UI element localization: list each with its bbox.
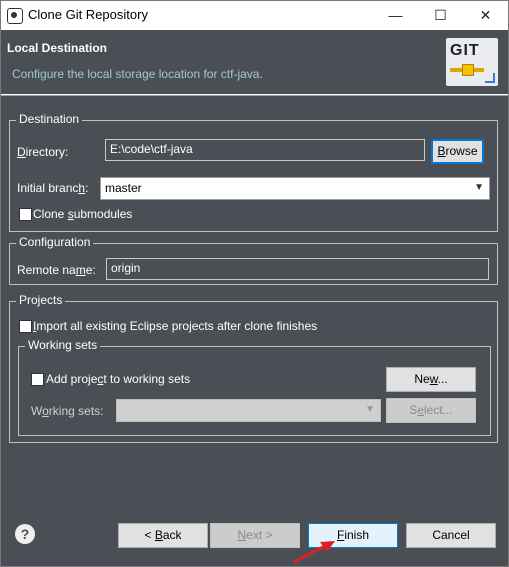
directory-input[interactable]: E:\code\ctf-java bbox=[105, 139, 425, 161]
import-projects-label: Import all existing Eclipse projects aft… bbox=[33, 319, 318, 333]
chevron-down-icon: ▼ bbox=[474, 182, 484, 193]
help-icon[interactable]: ? bbox=[15, 524, 35, 544]
back-button[interactable]: < Back bbox=[118, 523, 208, 548]
page-title: Local Destination bbox=[7, 41, 108, 55]
working-sets-select[interactable]: ▼ bbox=[116, 399, 381, 422]
working-sets-group-label: Working sets bbox=[25, 338, 101, 352]
chevron-down-icon: ▼ bbox=[365, 404, 375, 415]
wizard-body: Destination Directory: E:\code\ctf-java … bbox=[1, 96, 508, 506]
next-button[interactable]: Next > bbox=[210, 523, 300, 548]
add-to-working-sets-checkbox[interactable] bbox=[31, 373, 44, 386]
select-working-sets-button[interactable]: Select... bbox=[386, 398, 476, 423]
import-projects-checkbox[interactable] bbox=[19, 320, 32, 333]
wizard-header: Local Destination Configure the local st… bbox=[1, 30, 508, 94]
remote-name-input[interactable]: origin bbox=[106, 258, 489, 280]
clone-submodules-checkbox[interactable] bbox=[19, 208, 32, 221]
configuration-group-label: Configuration bbox=[16, 235, 94, 249]
working-sets-group: Working sets Add project to working sets… bbox=[18, 338, 491, 436]
initial-branch-select[interactable]: master ▼ bbox=[100, 177, 490, 200]
initial-branch-label: Initial branch: bbox=[17, 181, 89, 195]
window-title: Clone Git Repository bbox=[28, 7, 148, 22]
directory-label: Directory: bbox=[17, 145, 69, 159]
minimize-button[interactable]: — bbox=[373, 1, 418, 29]
eclipse-app-icon bbox=[7, 8, 23, 24]
cancel-button[interactable]: Cancel bbox=[406, 523, 496, 548]
projects-group: Projects Import all existing Eclipse pro… bbox=[9, 293, 498, 443]
add-to-working-sets-label: Add project to working sets bbox=[46, 372, 191, 386]
projects-group-label: Projects bbox=[16, 293, 66, 307]
maximize-button[interactable]: ☐ bbox=[418, 1, 463, 29]
page-description: Configure the local storage location for… bbox=[12, 67, 263, 81]
close-button[interactable]: ✕ bbox=[463, 1, 508, 29]
git-logo-icon: GIT bbox=[446, 38, 498, 86]
configuration-group: Configuration Remote name: origin bbox=[9, 235, 498, 285]
clone-submodules-label: Clone submodules bbox=[33, 207, 133, 221]
destination-group: Destination Directory: E:\code\ctf-java … bbox=[9, 112, 498, 232]
remote-name-label: Remote name: bbox=[17, 263, 96, 277]
git-logo-text: GIT bbox=[450, 42, 480, 59]
annotation-arrow-icon bbox=[293, 541, 335, 564]
destination-group-label: Destination bbox=[16, 112, 83, 126]
clone-git-repository-dialog: Clone Git Repository — ☐ ✕ Local Destina… bbox=[0, 0, 509, 567]
working-sets-label: Working sets: bbox=[31, 404, 104, 418]
browse-button[interactable]: Browse bbox=[431, 139, 484, 164]
wizard-footer: ? < Back Next > Finish Cancel bbox=[1, 506, 508, 566]
new-working-set-button[interactable]: New... bbox=[386, 367, 476, 392]
initial-branch-value: master bbox=[105, 181, 142, 195]
title-bar: Clone Git Repository — ☐ ✕ bbox=[1, 1, 508, 29]
